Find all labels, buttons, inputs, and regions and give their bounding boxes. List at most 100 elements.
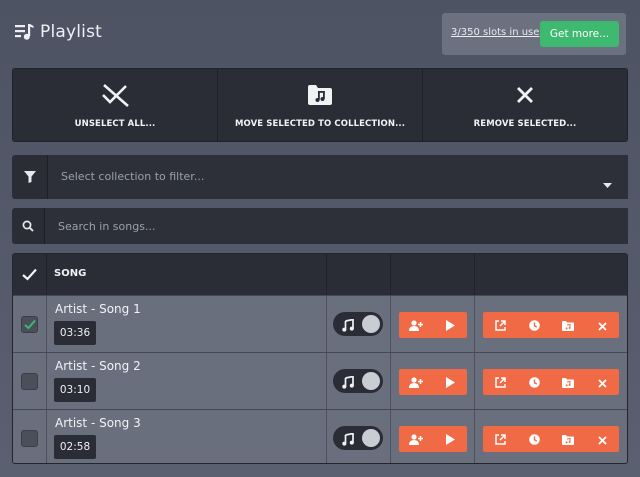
bulk-actions-bar: UNSELECT ALL... MOVE SELECTED TO COLLECT…: [12, 68, 628, 142]
remove-song-button[interactable]: [585, 312, 619, 338]
music-toggle[interactable]: [333, 312, 383, 336]
open-external-button[interactable]: [483, 312, 517, 338]
schedule-button[interactable]: [517, 312, 551, 338]
schedule-button[interactable]: [517, 369, 551, 395]
close-icon: [515, 83, 535, 107]
play-actions: [399, 312, 467, 338]
row-checkbox[interactable]: [21, 373, 38, 390]
song-tools: [483, 369, 619, 395]
check-all-icon[interactable]: [22, 266, 37, 285]
add-user-icon: [409, 316, 423, 335]
song-duration: 03:10: [54, 378, 96, 402]
folder-music-icon: [562, 316, 574, 335]
remove-song-button[interactable]: [585, 369, 619, 395]
move-to-collection-button[interactable]: [551, 426, 585, 452]
search-icon: [12, 208, 45, 244]
external-link-icon: [494, 430, 506, 449]
song-search: [12, 208, 628, 244]
folder-music-icon: [562, 430, 574, 449]
add-artist-button[interactable]: [399, 312, 433, 338]
toggle-knob: [362, 315, 380, 333]
close-icon: [597, 373, 607, 392]
slots-usage-link[interactable]: 3/350 slots in use: [451, 27, 539, 38]
move-selected-label: MOVE SELECTED TO COLLECTION...: [234, 119, 406, 129]
table-row: Artist - Song 2 03:10: [13, 352, 627, 409]
table-row: Artist - Song 3 02:58: [13, 409, 627, 463]
schedule-button[interactable]: [517, 426, 551, 452]
add-user-icon: [409, 373, 423, 392]
add-user-icon: [409, 430, 423, 449]
song-title: Artist - Song 3: [55, 416, 141, 430]
get-more-button[interactable]: Get more...: [540, 21, 619, 47]
filter-icon: [12, 155, 48, 199]
row-toggle-cell: [326, 410, 390, 463]
clock-icon: [528, 430, 540, 449]
row-select-cell: [13, 296, 46, 352]
row-checkbox[interactable]: [21, 316, 38, 333]
music-note-icon: [342, 374, 354, 393]
music-toggle[interactable]: [333, 369, 383, 393]
remove-song-button[interactable]: [585, 426, 619, 452]
songs-table: SONG Artist - Song 1 03:36 Artist - Song…: [12, 253, 628, 464]
row-song-cell: Artist - Song 1 03:36: [46, 296, 326, 352]
playlist-icon: [14, 22, 34, 42]
row-tools-cell: [474, 296, 627, 352]
play-column-header: [390, 254, 474, 295]
row-play-cell: [390, 353, 474, 409]
toggle-knob: [362, 429, 380, 447]
play-button[interactable]: [433, 369, 467, 395]
row-toggle-cell: [326, 296, 390, 352]
collection-filter: Select collection to filter...: [12, 155, 628, 199]
page-title-group: Playlist: [14, 22, 102, 42]
move-to-collection-button[interactable]: [551, 312, 585, 338]
unselect-all-label: UNSELECT ALL...: [74, 119, 156, 129]
toggle-knob: [362, 372, 380, 390]
row-song-cell: Artist - Song 2 03:10: [46, 353, 326, 409]
play-icon: [445, 316, 455, 335]
play-button[interactable]: [433, 426, 467, 452]
table-header: SONG: [13, 254, 627, 295]
move-to-collection-button[interactable]: [551, 369, 585, 395]
select-all-header: [13, 254, 46, 295]
unselect-all-button[interactable]: UNSELECT ALL...: [13, 69, 217, 141]
song-column-header: SONG: [46, 254, 326, 295]
play-actions: [399, 369, 467, 395]
toggle-column-header: [326, 254, 390, 295]
table-row: Artist - Song 1 03:36: [13, 295, 627, 352]
music-note-icon: [342, 317, 354, 336]
row-song-cell: Artist - Song 3 02:58: [46, 410, 326, 463]
close-icon: [597, 316, 607, 335]
add-artist-button[interactable]: [399, 426, 433, 452]
page-title: Playlist: [40, 22, 103, 42]
song-tools: [483, 312, 619, 338]
folder-music-icon: [307, 83, 333, 107]
play-button[interactable]: [433, 312, 467, 338]
open-external-button[interactable]: [483, 369, 517, 395]
tools-column-header: [474, 254, 627, 295]
add-artist-button[interactable]: [399, 369, 433, 395]
row-play-cell: [390, 296, 474, 352]
play-icon: [445, 373, 455, 392]
collection-filter-select[interactable]: Select collection to filter...: [48, 155, 628, 199]
music-note-icon: [342, 431, 354, 450]
move-selected-button[interactable]: MOVE SELECTED TO COLLECTION...: [217, 69, 422, 141]
song-title: Artist - Song 1: [55, 302, 141, 316]
clock-icon: [528, 373, 540, 392]
search-input[interactable]: [45, 208, 628, 244]
remove-selected-button[interactable]: REMOVE SELECTED...: [422, 69, 627, 141]
external-link-icon: [494, 373, 506, 392]
slots-panel: 3/350 slots in use Get more...: [442, 13, 626, 55]
music-toggle[interactable]: [333, 426, 383, 450]
row-toggle-cell: [326, 353, 390, 409]
song-title: Artist - Song 2: [55, 359, 141, 373]
header: Playlist 3/350 slots in use Get more...: [0, 0, 640, 68]
collection-filter-placeholder: Select collection to filter...: [61, 170, 205, 183]
unselect-all-icon: [100, 83, 130, 107]
external-link-icon: [494, 316, 506, 335]
close-icon: [597, 430, 607, 449]
caret-down-icon: [603, 174, 612, 193]
open-external-button[interactable]: [483, 426, 517, 452]
song-tools: [483, 426, 619, 452]
row-checkbox[interactable]: [21, 430, 38, 447]
row-select-cell: [13, 353, 46, 409]
